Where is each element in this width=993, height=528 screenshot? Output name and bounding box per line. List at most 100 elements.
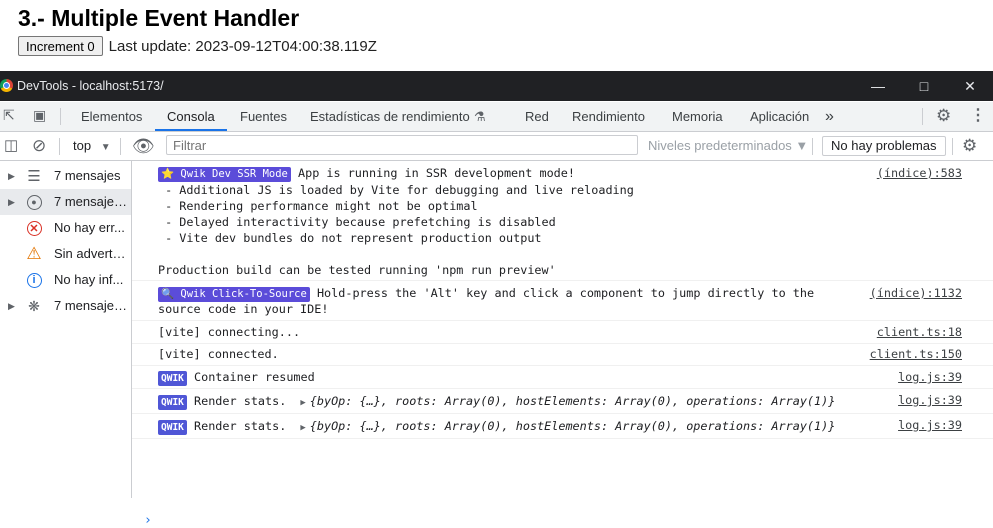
console-message: QWIK Render stats. ▶ {byOp: {…}, roots: Ar… (132, 388, 993, 414)
sidebar-item-label: Sin adverte... (54, 246, 130, 261)
sidebar-item-label: 7 mensajes... (54, 298, 130, 313)
message-line: - Vite dev bundles do not represent prod… (158, 231, 542, 245)
tab-memoria[interactable]: Memoria (672, 102, 723, 131)
sidebar-item-info[interactable]: i No hay inf... (0, 267, 131, 293)
close-icon[interactable]: ✕ (947, 71, 993, 101)
sidebar-item-verbose[interactable]: ▶ ❋ 7 mensajes... (0, 293, 131, 319)
flask-icon: ⚗ (474, 109, 486, 124)
bug-icon: ❋ (28, 297, 40, 314)
qwik-badge: QWIK (158, 420, 187, 435)
message-body: ⭐ Qwik Dev SSR Mode App is running in SS… (158, 165, 575, 182)
source-link[interactable]: client.ts:150 (870, 346, 962, 362)
sidebar-item-user-messages[interactable]: ▶ ● 7 mensajes... (0, 189, 131, 215)
tab-elementos[interactable]: Elementos (81, 102, 142, 131)
message-line: - Delayed interactivity because prefetch… (158, 215, 556, 229)
console-message: 🔍 Qwik Click-To-Source Hold-press the 'A… (132, 281, 993, 321)
message-text: Hold-press the 'Alt' key and click a com… (316, 286, 815, 300)
message-text: Container resumed (194, 370, 315, 384)
qwik-badge: QWIK (158, 395, 187, 410)
divider (812, 138, 813, 155)
more-tabs-button[interactable]: » (825, 102, 834, 131)
qwik-badge: QWIK (158, 371, 187, 386)
sidebar-item-label: 7 mensajes (54, 168, 121, 183)
clear-console-icon[interactable]: ⊘ (32, 132, 46, 160)
sidebar-item-warnings[interactable]: ⚠ Sin adverte... (0, 241, 131, 267)
message-body: 🔍 Qwik Click-To-Source Hold-press the 'A… (158, 285, 814, 302)
expand-arrow-icon[interactable]: ▶ (8, 163, 15, 189)
tab-consola[interactable]: Consola (155, 102, 227, 131)
app-row: Increment 0 Last update: 2023-09-12T04:0… (18, 35, 377, 57)
click-to-source-badge: 🔍 Qwik Click-To-Source (158, 287, 310, 302)
tab-aplicacion[interactable]: Aplicación (750, 102, 809, 131)
divider (952, 138, 953, 155)
divider (60, 108, 61, 125)
more-options-icon[interactable]: ⋮ (970, 102, 986, 130)
message-line: - Rendering performance might not be opt… (158, 199, 478, 213)
expand-arrow-icon[interactable]: ▶ (8, 189, 15, 215)
console-message: [vite] connecting... client.ts:18 (132, 321, 993, 344)
sidebar-item-messages[interactable]: ▶ ☰ 7 mensajes (0, 163, 131, 189)
maximize-icon[interactable]: □ (901, 71, 947, 101)
message-body: QWIK Render stats. ▶ {byOp: {…}, roots: Ar… (158, 393, 835, 411)
message-body: QWIK Container resumed (158, 369, 315, 386)
tab-fuentes[interactable]: Fuentes (240, 102, 287, 131)
console-message: ⭐ Qwik Dev SSR Mode App is running in SS… (132, 161, 993, 281)
warning-icon: ⚠ (26, 244, 42, 263)
divider (59, 138, 60, 155)
last-update-text: Last update: 2023-09-12T04:00:38.119Z (108, 37, 377, 55)
error-icon: ✕ (25, 219, 43, 237)
expand-arrow-icon[interactable]: ▶ (8, 293, 15, 319)
sidebar-item-errors[interactable]: ✕ No hay err... (0, 215, 131, 241)
console-output: ⭐ Qwik Dev SSR Mode App is running in SS… (132, 161, 993, 528)
info-icon: i (25, 271, 43, 289)
inspect-element-icon[interactable]: ⇱ (3, 101, 15, 129)
expand-object-icon[interactable]: ▶ (300, 398, 305, 408)
window-title: DevTools - localhost:5173/ (17, 79, 164, 93)
chrome-logo-icon (0, 79, 13, 92)
page-title: 3.- Multiple Event Handler (18, 5, 300, 31)
message-text: [vite] connected. (158, 347, 279, 361)
issues-button[interactable]: No hay problemas (822, 136, 946, 156)
divider (922, 108, 923, 125)
minimize-icon[interactable]: — (855, 71, 901, 101)
filter-input[interactable] (166, 135, 638, 155)
tab-rendimiento[interactable]: Rendimiento (572, 102, 645, 131)
ssr-mode-badge: ⭐ Qwik Dev SSR Mode (158, 167, 291, 182)
console-settings-gear-icon[interactable]: ⚙ (962, 132, 977, 160)
settings-gear-icon[interactable]: ⚙ (936, 102, 951, 130)
object-preview[interactable]: {byOp: {…}, roots: Array(0), hostElement… (310, 419, 836, 433)
message-text: [vite] connecting... (158, 325, 301, 339)
live-expression-eye-icon[interactable]: 👁 (132, 132, 155, 160)
context-selector[interactable]: top ▼ (73, 132, 111, 162)
source-link[interactable]: log.js:39 (898, 417, 962, 433)
expand-object-icon[interactable]: ▶ (300, 423, 305, 433)
increment-button[interactable]: Increment 0 (18, 36, 103, 56)
message-line: source code in your IDE! (158, 302, 329, 316)
source-link[interactable]: (índice):1132 (870, 285, 962, 301)
source-link[interactable]: log.js:39 (898, 369, 962, 385)
log-levels-dropdown[interactable]: Niveles predeterminados ▼ (648, 132, 808, 160)
devtools-titlebar: DevTools - localhost:5173/ — □ ✕ (0, 71, 993, 101)
sidebar-item-label: No hay err... (54, 220, 125, 235)
device-toolbar-icon[interactable]: ▣ (33, 101, 46, 129)
object-preview[interactable]: {byOp: {…}, roots: Array(0), hostElement… (310, 394, 836, 408)
console-message: QWIK Render stats. ▶ {byOp: {…}, roots: Ar… (132, 413, 993, 439)
source-link[interactable]: log.js:39 (898, 392, 962, 408)
sidebar-toggle-icon[interactable]: ◫ (4, 132, 18, 160)
tab-red[interactable]: Red (525, 102, 549, 131)
tab-estadisticas[interactable]: Estadísticas de rendimiento (310, 102, 470, 131)
sidebar-item-label: 7 mensajes... (54, 194, 130, 209)
divider (120, 138, 121, 155)
user-icon: ● (25, 193, 43, 211)
source-link[interactable]: client.ts:18 (877, 324, 962, 340)
devtools-window: DevTools - localhost:5173/ — □ ✕ ⇱ ▣ Ele… (0, 71, 993, 528)
console-sidebar: ▶ ☰ 7 mensajes ▶ ● 7 mensajes... ✕ No ha… (0, 161, 132, 498)
chevron-down-icon: ▼ (100, 142, 111, 153)
console-toolbar: ◫ ⊘ top ▼ 👁 Niveles predeterminados ▼ No… (0, 132, 993, 161)
console-prompt-icon[interactable]: › (144, 513, 152, 528)
message-line: Production build can be tested running '… (158, 263, 556, 277)
console-message: [vite] connected. client.ts:150 (132, 343, 993, 366)
message-text: App is running in SSR development mode! (297, 166, 575, 180)
message-line: - Additional JS is loaded by Vite for de… (158, 183, 634, 197)
source-link[interactable]: (índice):583 (877, 165, 962, 181)
